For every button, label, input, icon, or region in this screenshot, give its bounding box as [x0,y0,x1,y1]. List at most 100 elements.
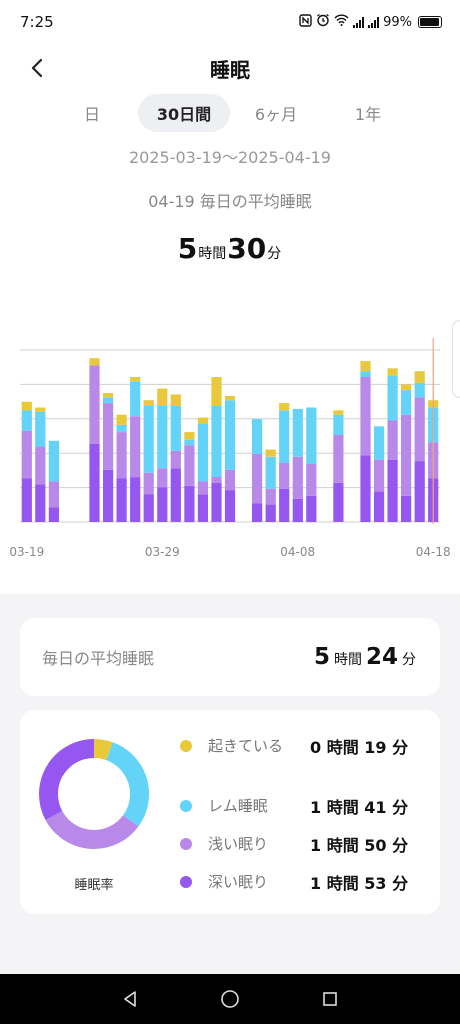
bar-segment-deep[interactable] [116,478,127,523]
bar-segment-rem[interactable] [48,440,59,482]
bar-segment-rem[interactable] [184,439,195,446]
bar-segment-light[interactable] [197,481,208,495]
bar-segment-awake[interactable] [184,432,195,440]
bar-segment-deep[interactable] [103,469,114,522]
bar-segment-deep[interactable] [184,485,195,523]
bar-segment-awake[interactable] [89,358,100,366]
bar-segment-awake[interactable] [414,371,425,383]
bar-segment-awake[interactable] [103,393,114,398]
nav-home-button[interactable] [210,979,250,1019]
bar-segment-deep[interactable] [387,459,398,522]
bar-segment-rem[interactable] [401,390,412,415]
bar-segment-deep[interactable] [35,484,46,522]
bar-segment-awake[interactable] [224,395,236,401]
bar-segment-deep[interactable] [265,504,276,522]
bar-segment-rem[interactable] [414,382,425,398]
bar-segment-rem[interactable] [360,371,371,377]
bar-segment-deep[interactable] [306,495,317,522]
side-pull-tab[interactable] [452,320,460,398]
tab-1-year[interactable]: 1年 [336,94,400,132]
bar-segment-awake[interactable] [387,368,398,376]
bar-segment-deep[interactable] [130,477,141,522]
bar-segment-rem[interactable] [265,456,276,489]
bar-segment-deep[interactable] [401,495,412,522]
bar-segment-awake[interactable] [265,449,276,457]
bar-segment-deep[interactable] [143,494,154,522]
bar-segment-awake[interactable] [211,377,222,406]
bar-segment-rem[interactable] [279,410,290,463]
bar-segment-light[interactable] [116,432,127,479]
bar-segment-deep[interactable] [333,482,344,522]
bar-segment-deep[interactable] [224,490,236,522]
bar-segment-light[interactable] [157,468,168,488]
bar-segment-deep[interactable] [252,503,263,522]
bar-segment-deep[interactable] [48,507,59,523]
bar-segment-light[interactable] [387,420,398,460]
bar-segment-rem[interactable] [211,406,222,477]
bar-segment-rem[interactable] [197,423,208,482]
bar-segment-rem[interactable] [116,424,127,432]
bar-segment-light[interactable] [143,472,154,495]
bar-segment-rem[interactable] [103,397,114,404]
bar-segment-light[interactable] [48,481,59,508]
bar-segment-deep[interactable] [197,494,208,522]
sleep-bar-chart[interactable]: 03-19 03-29 04-08 04-18 [0,320,460,570]
tab-6-months[interactable]: 6ヶ月 [240,94,312,132]
bar-segment-light[interactable] [224,469,236,491]
bar-segment-awake[interactable] [157,388,168,406]
bar-segment-light[interactable] [184,445,195,486]
bar-segment-deep[interactable] [157,487,168,522]
bar-segment-awake[interactable] [143,400,154,406]
bar-segment-deep[interactable] [414,461,425,522]
bar-segment-light[interactable] [170,450,181,469]
bar-segment-rem[interactable] [333,414,344,435]
bar-segment-light[interactable] [333,435,344,483]
bar-segment-deep[interactable] [170,468,181,522]
bar-segment-rem[interactable] [374,426,385,460]
bar-segment-rem[interactable] [21,410,32,431]
bar-segment-rem[interactable] [35,411,46,447]
bar-segment-deep[interactable] [211,482,222,522]
bar-segment-light[interactable] [306,464,317,496]
bar-segment-awake[interactable] [130,377,141,382]
bar-segment-light[interactable] [292,456,303,499]
bar-segment-awake[interactable] [401,384,412,391]
bar-segment-rem[interactable] [292,408,303,457]
bar-segment-light[interactable] [360,377,371,456]
bar-segment-deep[interactable] [89,443,100,522]
back-button[interactable] [22,52,52,84]
tab-day[interactable]: 日 [62,94,122,132]
bar-segment-rem[interactable] [143,406,154,473]
bar-segment-light[interactable] [252,453,263,504]
bar-segment-rem[interactable] [252,419,263,454]
bar-segment-rem[interactable] [130,381,141,417]
bar-segment-awake[interactable] [333,410,344,415]
bar-segment-rem[interactable] [387,375,398,421]
bar-segment-light[interactable] [401,414,412,496]
bar-segment-deep[interactable] [360,455,371,522]
bar-segment-light[interactable] [21,430,32,479]
bar-segment-rem[interactable] [157,406,168,469]
bar-segment-light[interactable] [265,488,276,505]
bar-segment-deep[interactable] [279,488,290,522]
bar-segment-awake[interactable] [170,394,181,406]
bar-segment-deep[interactable] [21,478,32,523]
bar-segment-awake[interactable] [116,414,127,425]
tab-30-days[interactable]: 30日間 [138,94,230,132]
bar-segment-awake[interactable] [360,361,371,372]
bar-segment-rem[interactable] [170,406,181,451]
bar-segment-light[interactable] [130,416,141,478]
bar-segment-awake[interactable] [197,417,208,424]
bar-segment-light[interactable] [211,477,222,483]
bar-segment-light[interactable] [279,462,290,489]
bar-segment-light[interactable] [103,403,114,470]
bar-segment-deep[interactable] [374,491,385,522]
bar-segment-awake[interactable] [35,407,46,412]
bar-segment-awake[interactable] [279,403,290,411]
bar-segment-light[interactable] [414,397,425,462]
bar-segment-awake[interactable] [21,401,32,411]
nav-recents-button[interactable] [310,979,350,1019]
bar-segment-rem[interactable] [306,407,317,465]
bar-segment-rem[interactable] [224,400,236,470]
bar-segment-light[interactable] [35,446,46,485]
